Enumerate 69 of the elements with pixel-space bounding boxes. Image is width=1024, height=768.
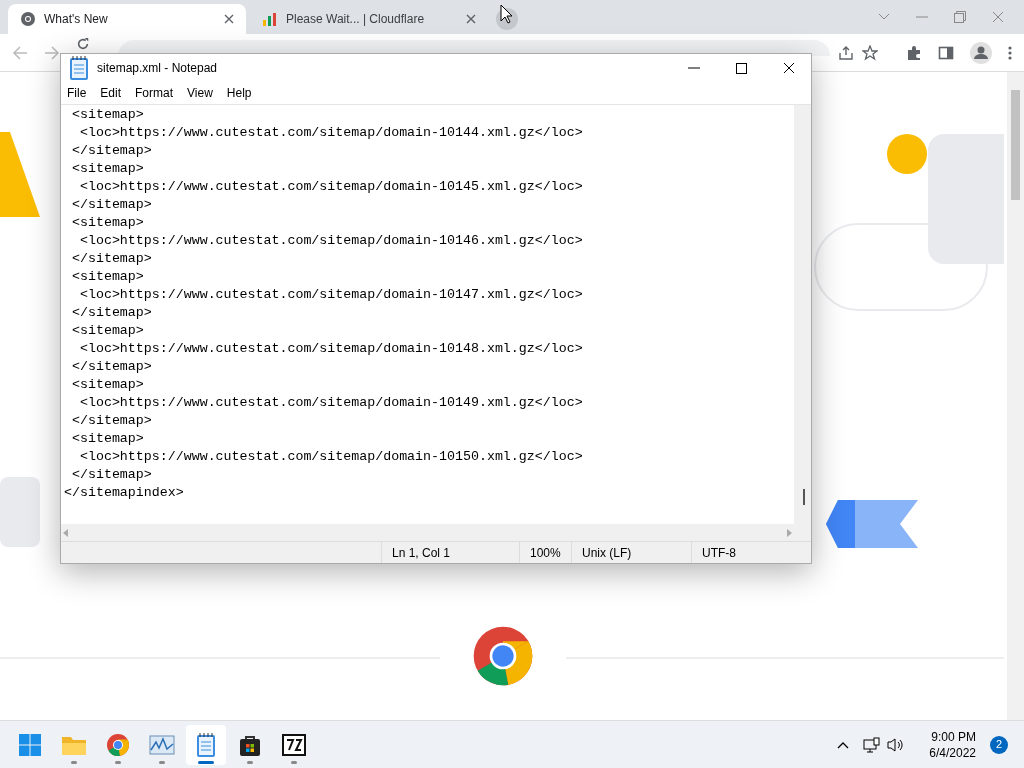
- text-line: <sitemap>: [70, 160, 144, 178]
- reload-icon[interactable]: [76, 37, 90, 51]
- text-line: <sitemap>: [70, 106, 144, 124]
- profile-icon[interactable]: [970, 41, 992, 64]
- text-line: </sitemapindex>: [64, 484, 184, 502]
- text-line: <loc>https://www.cutestat.com/sitemap/domain-10145.xml.gz</loc>: [78, 178, 583, 196]
- more-icon[interactable]: [1008, 45, 1012, 60]
- cursor-icon: [500, 4, 514, 24]
- chart-window-icon: [149, 733, 175, 756]
- bar-chart-icon: [262, 11, 278, 27]
- text-line: <loc>https://www.cutestat.com/sitemap/domain-10148.xml.gz</loc>: [78, 340, 583, 358]
- status-text: 100%: [530, 544, 561, 562]
- chrome-logo: [471, 624, 535, 688]
- menu-item[interactable]: File: [67, 84, 87, 102]
- maximize-icon[interactable]: [736, 62, 747, 74]
- text-line: </sitemap>: [70, 358, 152, 376]
- clock-time[interactable]: 9:00 PM: [931, 728, 976, 745]
- chevron-up-icon[interactable]: [837, 740, 850, 749]
- text-line: <loc>https://www.cutestat.com/sitemap/domain-10150.xml.gz</loc>: [78, 448, 583, 466]
- text-line: </sitemap>: [70, 412, 152, 430]
- circle-shape: [887, 134, 927, 174]
- menu-item[interactable]: View: [187, 84, 213, 102]
- text-line: <loc>https://www.cutestat.com/sitemap/domain-10144.xml.gz</loc>: [78, 124, 583, 142]
- text-line: </sitemap>: [70, 466, 152, 484]
- text-line: <loc>https://www.cutestat.com/sitemap/domain-10147.xml.gz</loc>: [78, 286, 583, 304]
- notepad-icon: [69, 55, 89, 81]
- text-line: </sitemap>: [70, 250, 152, 268]
- rounded-shape: [0, 477, 40, 547]
- text-line: </sitemap>: [70, 304, 152, 322]
- status-text: UTF-8: [702, 544, 736, 562]
- network-icon[interactable]: [863, 736, 882, 753]
- chevron-down-icon[interactable]: [878, 13, 890, 21]
- star-icon[interactable]: [862, 44, 878, 61]
- text-line: <loc>https://www.cutestat.com/sitemap/domain-10149.xml.gz</loc>: [78, 394, 583, 412]
- text-line: <loc>https://www.cutestat.com/sitemap/domain-10146.xml.gz</loc>: [78, 232, 583, 250]
- tab-title: What's New: [44, 11, 109, 28]
- share-icon[interactable]: [838, 44, 854, 61]
- side-panel-icon[interactable]: [938, 44, 954, 61]
- chrome-icon: [20, 11, 36, 27]
- restore-icon[interactable]: [954, 11, 966, 23]
- clock-date[interactable]: 6/4/2022: [929, 744, 976, 761]
- scrollbar[interactable]: [61, 524, 794, 541]
- menu-item[interactable]: Help: [226, 84, 252, 102]
- text-line: <sitemap>: [70, 214, 144, 232]
- notepad-icon: [196, 731, 216, 758]
- speaker-icon[interactable]: [887, 736, 906, 753]
- status-text: Ln 1, Col 1: [392, 544, 451, 562]
- tab-title: Please Wait... | Cloudflare: [286, 11, 426, 28]
- scrollbar[interactable]: [1007, 72, 1024, 720]
- text-line: <sitemap>: [70, 322, 144, 340]
- browser-tab[interactable]: What's New: [8, 4, 246, 34]
- text-line: <sitemap>: [70, 268, 144, 286]
- menu-item[interactable]: Edit: [100, 84, 122, 102]
- status-text: Unix (LF): [582, 544, 632, 562]
- window-title: sitemap.xml - Notepad: [97, 60, 218, 77]
- start-icon[interactable]: [18, 732, 42, 757]
- close-icon[interactable]: [224, 14, 234, 24]
- text-line: <sitemap>: [70, 430, 144, 448]
- chrome-icon: [106, 732, 130, 757]
- browser-tab[interactable]: Please Wait... | Cloudflare: [250, 4, 488, 34]
- notification-badge[interactable]: 2: [990, 735, 1008, 754]
- menu-item[interactable]: Format: [135, 84, 174, 102]
- archive-app-icon: [282, 733, 306, 756]
- puzzle-icon[interactable]: [906, 44, 922, 61]
- close-icon[interactable]: [783, 62, 795, 74]
- text-line: </sitemap>: [70, 142, 152, 160]
- text-line: </sitemap>: [70, 196, 152, 214]
- scrollbar[interactable]: [794, 105, 811, 524]
- text-line: <sitemap>: [70, 376, 144, 394]
